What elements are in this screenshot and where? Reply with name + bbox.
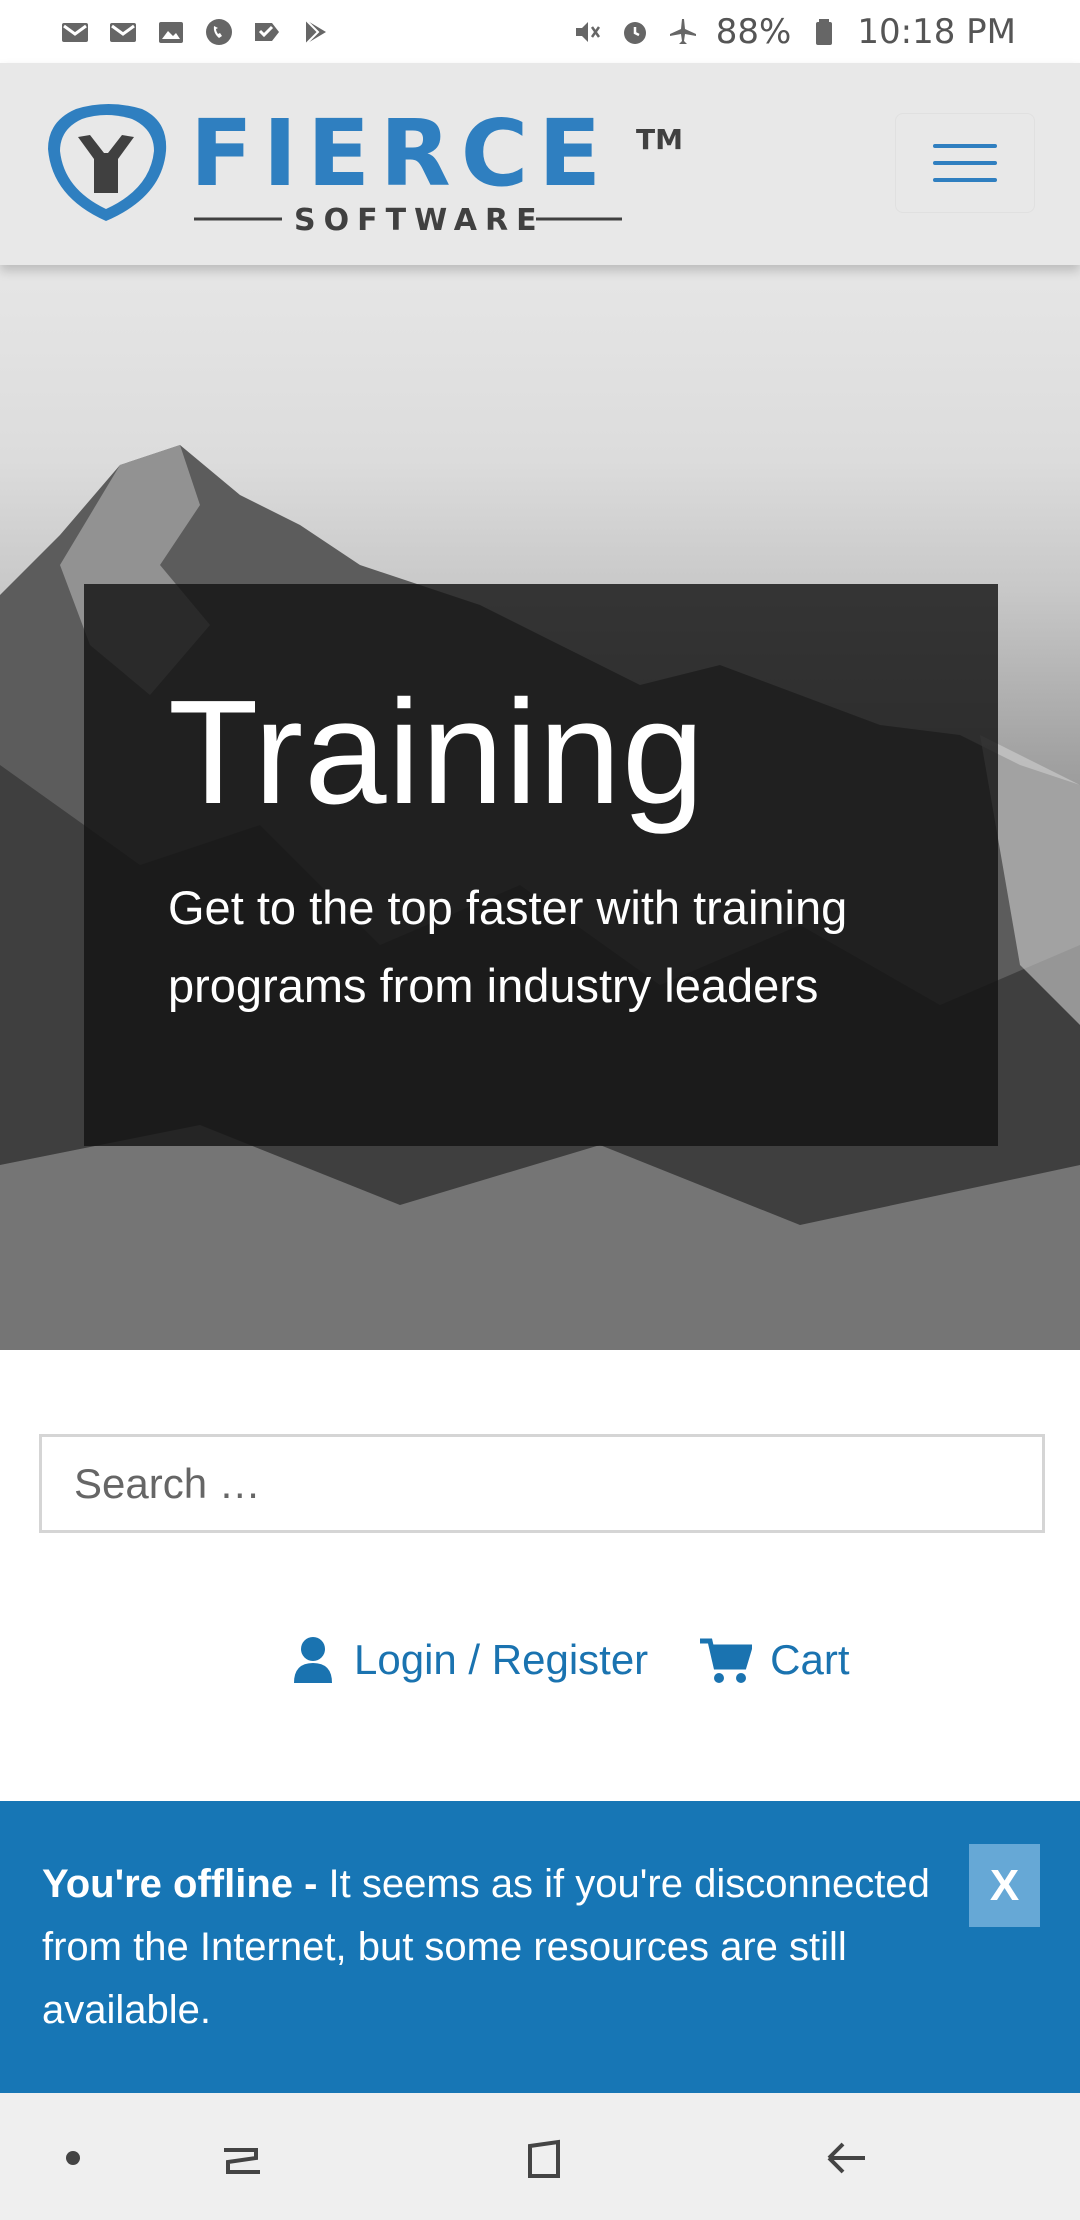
offline-banner: You're offline - It seems as if you're d… [0, 1801, 1080, 2093]
hamburger-menu-button[interactable] [895, 113, 1035, 213]
cart-icon [698, 1635, 753, 1685]
airplane-icon [668, 17, 698, 47]
gallery-icon [156, 17, 186, 47]
play-store-icon [300, 17, 330, 47]
menu-bar [933, 144, 997, 148]
battery-percent: 88% [715, 11, 792, 52]
notification-icons [60, 17, 330, 47]
login-register-label: Login / Register [354, 1636, 649, 1683]
home-icon[interactable] [509, 2123, 579, 2193]
account-links: Login / Register Cart [290, 1630, 850, 1690]
svg-text:SOFTWARE: SOFTWARE [294, 203, 545, 238]
android-nav-bar [0, 2093, 1080, 2220]
offline-message: You're offline - It seems as if you're d… [42, 1853, 942, 2042]
menu-bar [933, 178, 997, 182]
recent-apps-icon[interactable] [207, 2123, 277, 2193]
hero-subtitle: Get to the top faster with training prog… [168, 881, 848, 1012]
status-bar: 88% 10:18 PM [0, 0, 1080, 63]
battery-icon [809, 17, 839, 47]
menu-bar [933, 161, 997, 165]
site-header: FIERCE TM SOFTWARE [0, 63, 1080, 265]
alarm-icon [620, 17, 650, 47]
hero-caption-panel: Training Get to the top faster with trai… [84, 584, 998, 1146]
clock: 10:18 PM [857, 11, 1016, 52]
offline-heading: You're offline - [42, 1862, 329, 1906]
svg-text:FIERCE: FIERCE [190, 100, 611, 207]
fierce-software-logo[interactable]: FIERCE TM SOFTWARE [42, 97, 683, 257]
gmail-icon [108, 17, 138, 47]
check-icon [252, 17, 282, 47]
close-banner-button[interactable]: X [969, 1844, 1040, 1927]
phone-icon [204, 17, 234, 47]
gmail-icon [60, 17, 90, 47]
dot-icon[interactable] [38, 2123, 108, 2193]
hero-banner: Training Get to the top faster with trai… [0, 265, 1080, 1350]
mute-icon [572, 17, 602, 47]
cart-link[interactable]: Cart [698, 1635, 850, 1685]
page-title: Training [168, 670, 706, 835]
login-register-link[interactable]: Login / Register [290, 1635, 648, 1685]
user-icon [290, 1635, 336, 1685]
system-status: 88% 10:18 PM [572, 12, 1016, 52]
svg-text:TM: TM [636, 123, 682, 156]
back-icon[interactable] [812, 2123, 882, 2193]
search-input[interactable] [39, 1434, 1045, 1533]
cart-label: Cart [770, 1636, 850, 1683]
